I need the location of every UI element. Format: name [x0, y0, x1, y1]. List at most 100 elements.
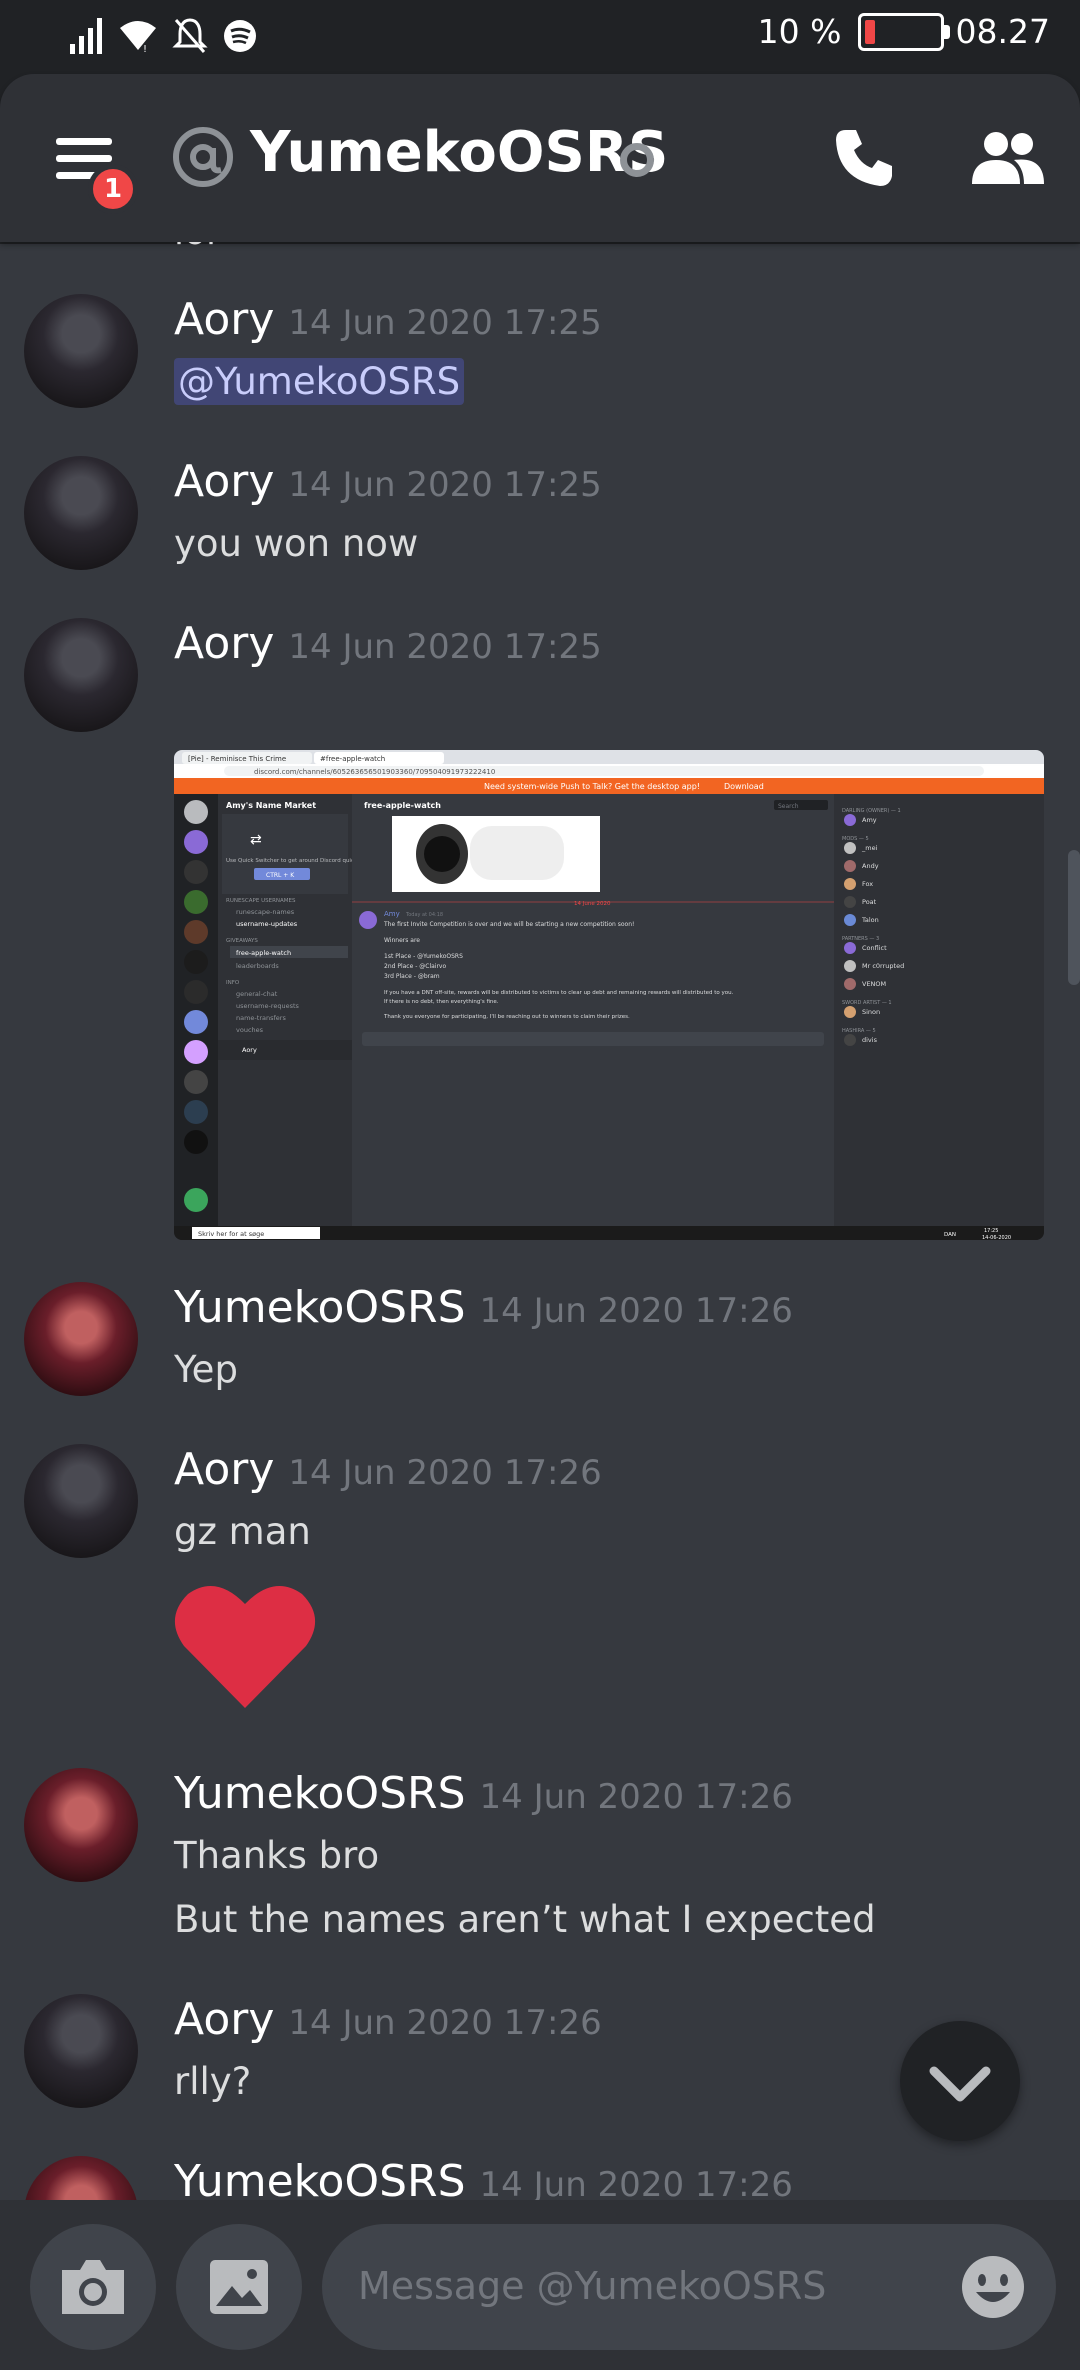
post-line: 3rd Place - @bram — [384, 973, 440, 980]
channel-item: name-transfers — [236, 1014, 286, 1022]
member-avatar — [844, 1006, 856, 1018]
channel-item: leaderboards — [236, 962, 279, 970]
message-author[interactable]: Aory 14 Jun 2020 17:26 — [174, 1444, 602, 1495]
message-author[interactable]: YumekoOSRS 14 Jun 2020 17:26 — [174, 1282, 793, 1333]
post-line: If there is no debt, then everything's f… — [384, 999, 499, 1005]
channel-category: GIVEAWAYS — [226, 938, 258, 944]
member-role-header: PARTNERS — 3 — [842, 936, 879, 942]
gallery-button[interactable] — [176, 2224, 302, 2350]
avatar[interactable] — [24, 618, 138, 732]
member-avatar — [844, 942, 856, 954]
member-name: Andy — [862, 862, 879, 870]
message-text: Yep — [174, 1348, 238, 1391]
channel-category: RUNESCAPE USERNAMES — [226, 898, 296, 904]
avatar[interactable] — [24, 456, 138, 570]
member-avatar — [844, 860, 856, 872]
cutoff-message: lol — [174, 242, 216, 253]
emoji-picker-icon[interactable] — [958, 2252, 1028, 2322]
server-name: Amy's Name Market — [226, 801, 316, 810]
message-placeholder: Message @YumekoOSRS — [358, 2264, 827, 2308]
taskbar-time: 17:25 — [984, 1228, 998, 1234]
message-timestamp: 14 Jun 2020 17:25 — [288, 303, 602, 343]
camera-button[interactable] — [30, 2224, 156, 2350]
member-role-header: MODS — 5 — [842, 836, 869, 842]
member-avatar — [844, 1034, 856, 1046]
banner-text: Need system-wide Push to Talk? Get the d… — [484, 782, 700, 791]
message-author[interactable]: Aory 14 Jun 2020 17:25 — [174, 618, 602, 669]
message-timestamp: 14 Jun 2020 17:25 — [288, 627, 602, 667]
message-timestamp: 14 Jun 2020 17:25 — [288, 465, 602, 505]
message-author[interactable]: YumekoOSRS 14 Jun 2020 17:26 — [174, 2156, 793, 2200]
message-author[interactable]: Aory 14 Jun 2020 17:25 — [174, 294, 602, 345]
taskbar-search: Skriv her for at søge — [198, 1230, 264, 1238]
mention[interactable]: @YumekoOSRS — [174, 358, 465, 405]
avatar[interactable] — [24, 294, 138, 408]
discord-screenshot: [Pie] - Reminisce This Crime #free-apple… — [174, 750, 1044, 1240]
avatar[interactable] — [24, 1994, 138, 2108]
at-sign-icon — [173, 127, 233, 187]
offline-status-icon — [620, 143, 654, 177]
avatar[interactable] — [24, 1282, 138, 1396]
member-avatar — [844, 878, 856, 890]
member-avatar — [844, 814, 856, 826]
message-timestamp: 14 Jun 2020 17:26 — [479, 1291, 793, 1331]
message-author[interactable]: Aory 14 Jun 2020 17:25 — [174, 456, 602, 507]
member-avatar — [844, 978, 856, 990]
avatar[interactable] — [24, 1768, 138, 1882]
message-timestamp: 14 Jun 2020 17:26 — [288, 1453, 602, 1493]
date-divider: 14 June 2020 — [574, 901, 611, 907]
message-timestamp: 14 Jun 2020 17:26 — [288, 2003, 602, 2043]
chevron-down-icon — [929, 2066, 991, 2102]
member-name: divis — [862, 1036, 878, 1044]
clock: 08.27 — [955, 12, 1050, 51]
message-text: Thanks bro — [174, 1834, 380, 1877]
member-name: _mei — [861, 844, 878, 852]
members-icon[interactable] — [970, 128, 1046, 188]
channel-item: runescape-names — [236, 908, 295, 916]
battery-percent: 10 % — [757, 12, 842, 51]
message-timestamp: 14 Jun 2020 17:26 — [479, 2165, 793, 2200]
user-name: Aory — [242, 1046, 257, 1054]
banner-action: Download — [724, 782, 764, 791]
jump-to-bottom-button[interactable] — [900, 2021, 1020, 2141]
member-avatar — [844, 842, 856, 854]
channel-item: username-requests — [236, 1002, 300, 1010]
member-name: Conflict — [862, 944, 887, 952]
message-input[interactable]: Message @YumekoOSRS — [322, 2224, 1056, 2350]
message-timestamp: 14 Jun 2020 17:26 — [479, 1777, 793, 1817]
shortcut-label: CTRL + K — [266, 872, 295, 879]
avatar[interactable] — [24, 1444, 138, 1558]
wifi-icon: ! — [120, 21, 156, 54]
message-text: rlly? — [174, 2060, 252, 2103]
member-role-header: HASHIRA — 5 — [842, 1028, 876, 1034]
scrollbar[interactable] — [1068, 850, 1080, 985]
message-list[interactable]: lol Aory14 Jun 2020 17:25 @YumekoOSRS Ao… — [0, 242, 1080, 2200]
svg-text:⇄: ⇄ — [250, 832, 262, 848]
avatar[interactable] — [24, 2156, 138, 2200]
member-name: Amy — [862, 816, 877, 824]
message-author[interactable]: YumekoOSRS 14 Jun 2020 17:26 — [174, 1768, 793, 1819]
message-author[interactable]: Aory 14 Jun 2020 17:26 — [174, 1994, 602, 2045]
notification-badge: 1 — [88, 164, 138, 214]
page-title: YumekoOSRS — [250, 120, 669, 185]
search-field: Search — [778, 803, 799, 810]
phone-icon[interactable] — [832, 126, 896, 190]
image-attachment[interactable]: [Pie] - Reminisce This Crime #free-apple… — [174, 750, 1044, 1240]
post-line: The first Invite Competition is over and… — [383, 921, 634, 928]
post-line: Winners are — [384, 937, 420, 944]
post-line: Thank you everyone for participating, I'… — [383, 1014, 630, 1020]
heart-emoji-icon[interactable] — [174, 1582, 316, 1710]
member-role-header: SWORD ARTIST — 1 — [842, 1000, 892, 1006]
post-author: Amy — [384, 910, 400, 918]
spotify-icon — [224, 20, 256, 52]
browser-tab-2: #free-apple-watch — [320, 755, 385, 763]
channel-title: free-apple-watch — [364, 801, 441, 810]
member-avatar — [844, 960, 856, 972]
message-text: @YumekoOSRS — [174, 358, 465, 405]
status-bar: ! 10 % 08.27 — [0, 0, 1080, 74]
member-name: VENOM — [862, 980, 886, 988]
channel-item: free-apple-watch — [236, 949, 291, 957]
message-text: But the names aren’t what I expected — [174, 1898, 876, 1941]
browser-url: discord.com/channels/605263656501903360/… — [254, 768, 495, 776]
message-composer: Message @YumekoOSRS — [0, 2200, 1080, 2370]
